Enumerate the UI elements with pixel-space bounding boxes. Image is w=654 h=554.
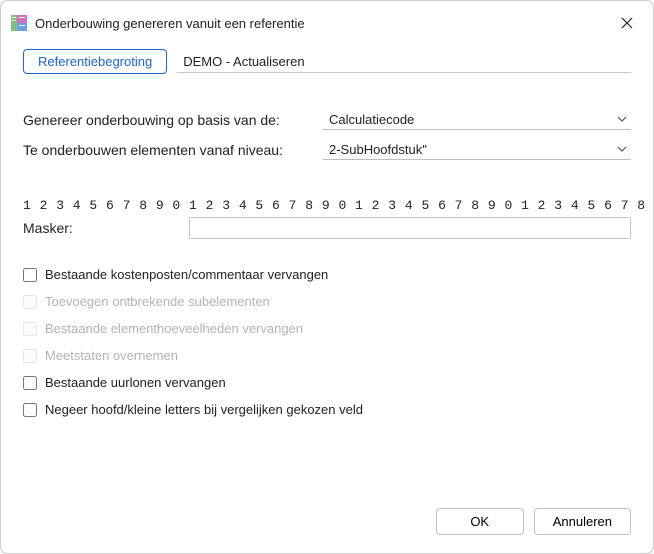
basis-row: Genereer onderbouwing op basis van de: C… <box>23 110 631 130</box>
dialog-body: Referentiebegroting DEMO - Actualiseren … <box>1 45 653 494</box>
ruler-row: 1 2 3 4 5 6 7 8 9 0 1 2 3 4 5 6 7 8 9 0 … <box>23 198 631 213</box>
level-label: Te onderbouwen elementen vanaf niveau: <box>23 142 323 158</box>
check-ignore-case-box[interactable] <box>23 403 37 417</box>
mask-label: Masker: <box>23 220 189 236</box>
close-icon <box>621 17 633 29</box>
close-button[interactable] <box>613 9 641 37</box>
window-title: Onderbouwing genereren vanuit een refere… <box>35 16 613 31</box>
mask-row: Masker: <box>23 217 631 239</box>
check-take-measures-label: Meetstaten overnemen <box>45 348 178 363</box>
titlebar: Onderbouwing genereren vanuit een refere… <box>1 1 653 45</box>
reference-row: Referentiebegroting DEMO - Actualiseren <box>23 49 631 74</box>
check-add-missing-label: Toevoegen ontbrekende subelementen <box>45 294 270 309</box>
dialog-footer: OK Annuleren <box>1 494 653 553</box>
check-replace-qty-label: Bestaande elementhoeveelheden vervangen <box>45 321 303 336</box>
ok-button[interactable]: OK <box>436 508 524 535</box>
cancel-button[interactable]: Annuleren <box>534 508 631 535</box>
check-take-measures: Meetstaten overnemen <box>23 348 631 363</box>
check-replace-qty-box <box>23 322 37 336</box>
check-replace-costs-box[interactable] <box>23 268 37 282</box>
level-select-wrap: 2-SubHoofdstuk" <box>323 140 631 160</box>
reference-budget-value: DEMO - Actualiseren <box>177 51 631 73</box>
app-icon <box>11 15 27 31</box>
basis-label: Genereer onderbouwing op basis van de: <box>23 112 323 128</box>
level-select[interactable]: 2-SubHoofdstuk" <box>323 140 631 160</box>
check-replace-wages-label: Bestaande uurlonen vervangen <box>45 375 226 390</box>
reference-budget-button[interactable]: Referentiebegroting <box>23 49 167 74</box>
level-row: Te onderbouwen elementen vanaf niveau: 2… <box>23 140 631 160</box>
check-add-missing: Toevoegen ontbrekende subelementen <box>23 294 631 309</box>
checkbox-group: Bestaande kostenposten/commentaar vervan… <box>23 267 631 417</box>
check-replace-wages[interactable]: Bestaande uurlonen vervangen <box>23 375 631 390</box>
check-add-missing-box <box>23 295 37 309</box>
mask-ruler: 1 2 3 4 5 6 7 8 9 0 1 2 3 4 5 6 7 8 9 0 … <box>23 198 654 213</box>
check-ignore-case[interactable]: Negeer hoofd/kleine letters bij vergelij… <box>23 402 631 417</box>
check-replace-qty: Bestaande elementhoeveelheden vervangen <box>23 321 631 336</box>
check-replace-wages-box[interactable] <box>23 376 37 390</box>
check-take-measures-box <box>23 349 37 363</box>
mask-input[interactable] <box>189 217 631 239</box>
check-replace-costs[interactable]: Bestaande kostenposten/commentaar vervan… <box>23 267 631 282</box>
check-ignore-case-label: Negeer hoofd/kleine letters bij vergelij… <box>45 402 363 417</box>
basis-select[interactable]: Calculatiecode <box>323 110 631 130</box>
basis-select-wrap: Calculatiecode <box>323 110 631 130</box>
dialog-window: Onderbouwing genereren vanuit een refere… <box>0 0 654 554</box>
check-replace-costs-label: Bestaande kostenposten/commentaar vervan… <box>45 267 328 282</box>
